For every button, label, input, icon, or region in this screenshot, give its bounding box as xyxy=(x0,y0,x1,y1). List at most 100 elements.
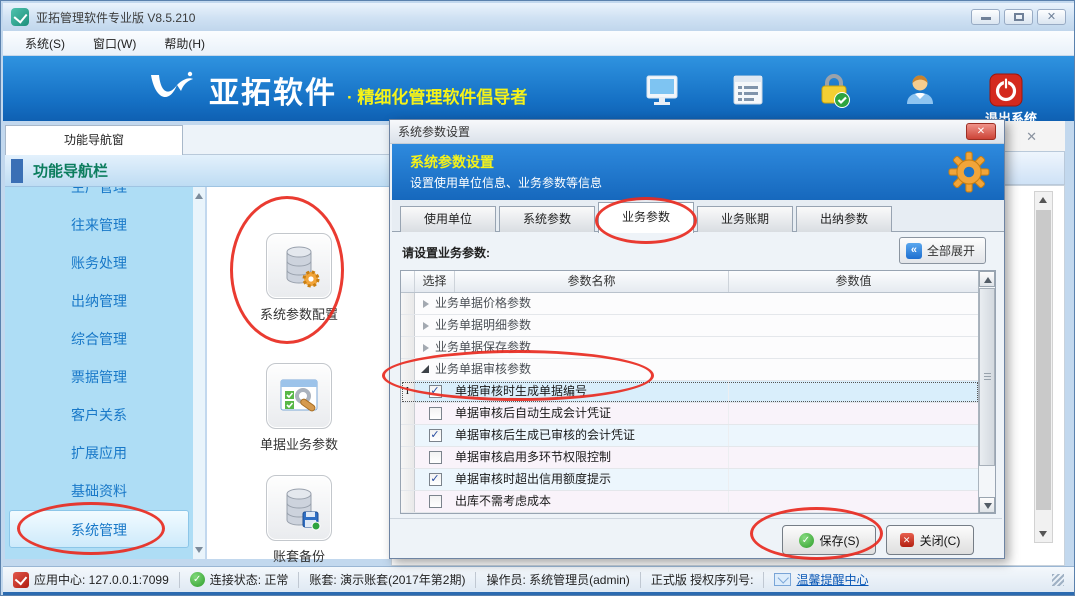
sidebar-item[interactable]: 客户关系 xyxy=(9,396,189,434)
expand-all-button[interactable]: « 全部展开 xyxy=(898,237,986,264)
param-checkbox[interactable] xyxy=(428,451,442,464)
close-dialog-button[interactable]: ✕ 关闭(C) xyxy=(886,525,974,555)
sidebar-item[interactable]: 票据管理 xyxy=(9,358,189,396)
param-item-row[interactable]: 单据审核后自动生成会计凭证 xyxy=(401,403,979,425)
param-group-row[interactable]: 业务单据审核参数 xyxy=(401,359,979,381)
param-group-row[interactable]: 业务单据价格参数 xyxy=(401,293,979,315)
row-header-cell xyxy=(401,337,415,358)
scroll-down-icon[interactable] xyxy=(195,547,203,553)
sidebar-item[interactable]: 系统管理 xyxy=(9,510,189,548)
scroll-up-icon[interactable] xyxy=(195,193,203,199)
sidebar-scrollbar[interactable] xyxy=(193,187,205,559)
dialog-toolbar: 请设置业务参数: « 全部展开 xyxy=(392,232,1004,270)
collapsed-icon[interactable] xyxy=(423,344,429,352)
database-gear-icon[interactable] xyxy=(266,233,332,299)
param-name: 出库不需考虑成本 xyxy=(455,491,729,512)
collapsed-icon[interactable] xyxy=(423,322,429,330)
param-group-row[interactable]: 业务单据保存参数 xyxy=(401,337,979,359)
scroll-up-icon[interactable] xyxy=(1039,197,1047,203)
expanded-icon[interactable] xyxy=(421,365,429,373)
document-scrollbar[interactable] xyxy=(1034,191,1053,543)
param-item-row[interactable]: I ✓ 单据审核时生成单据编号 xyxy=(401,381,979,403)
sidebar-item[interactable]: 扩展应用 xyxy=(9,434,189,472)
param-checkbox[interactable] xyxy=(428,495,442,508)
sidebar-item[interactable]: 生产管理 xyxy=(9,187,189,206)
dialog-tab[interactable]: 系统参数 xyxy=(499,206,595,232)
scroll-down-icon[interactable] xyxy=(979,497,995,513)
menu-item[interactable]: 窗口(W) xyxy=(81,32,148,55)
param-item-row[interactable]: 出库不需考虑成本 xyxy=(401,491,979,513)
table-scrollbar[interactable] xyxy=(978,271,995,513)
param-checkbox[interactable]: ✓ xyxy=(428,385,442,398)
maximize-button[interactable] xyxy=(1004,9,1033,25)
dialog-tab[interactable]: 出纳参数 xyxy=(796,206,892,232)
reminder-link[interactable]: 温馨提醒中心 xyxy=(796,571,868,588)
column-param-name: 参数名称 xyxy=(455,271,729,292)
sidebar-item[interactable]: 综合管理 xyxy=(9,320,189,358)
app-center-text: 应用中心: 127.0.0.1:7099 xyxy=(34,573,169,587)
param-name: 单据审核时超出信用额度提示 xyxy=(455,469,729,490)
param-item-row[interactable]: ✓ 单据审核后生成已审核的会计凭证 xyxy=(401,425,979,447)
module-label[interactable]: 单据业务参数 xyxy=(207,434,391,453)
save-button[interactable]: ✓ 保存(S) xyxy=(782,525,876,555)
sidebar-nav-list: 生产管理 往来管理 账务处理 出纳管理 综合管理 票据管理 客户关系 扩展应用 基础资料 系统管理 xyxy=(5,187,193,559)
menu-item[interactable]: 系统(S) xyxy=(13,32,77,55)
status-reminder[interactable]: 温馨提醒中心 xyxy=(774,571,869,588)
sidebar-item[interactable]: 基础资料 xyxy=(9,472,189,510)
scroll-down-icon[interactable] xyxy=(1039,531,1047,537)
param-checkbox[interactable] xyxy=(428,407,442,420)
module-system-params[interactable]: 系统参数配置 xyxy=(207,233,391,323)
connection-ok-icon: ✓ xyxy=(189,572,205,587)
module-backup[interactable]: 账套备份 xyxy=(207,475,391,565)
header-banner: 亚拓软件 · 精细化管理软件倡导者 退出系统 xyxy=(3,56,1074,126)
form-list-icon[interactable] xyxy=(730,72,766,108)
row-header-cell xyxy=(401,293,415,314)
tab-function-nav[interactable]: 功能导航窗 xyxy=(5,125,183,155)
dialog-tab[interactable]: 业务参数 xyxy=(598,202,694,233)
banner-subtitle: 设置使用单位信息、业务参数等信息 xyxy=(410,176,603,190)
brand-name: 亚拓软件 xyxy=(209,77,337,110)
resize-grip[interactable] xyxy=(1052,573,1064,586)
status-app-center: 应用中心: 127.0.0.1:7099 xyxy=(13,571,169,588)
sidebar-item[interactable]: 账务处理 xyxy=(9,244,189,282)
close-button[interactable]: ✕ xyxy=(1037,9,1066,25)
param-checkbox[interactable]: ✓ xyxy=(428,473,442,486)
param-item-row[interactable]: 单据审核启用多环节权限控制 xyxy=(401,447,979,469)
user-icon[interactable] xyxy=(902,72,938,108)
module-doc-params[interactable]: 单据业务参数 xyxy=(207,363,391,453)
param-name: 单据审核后生成已审核的会计凭证 xyxy=(455,425,729,446)
collapsed-icon[interactable] xyxy=(423,300,429,308)
menu-item[interactable]: 帮助(H) xyxy=(152,32,217,55)
dialog-tab[interactable]: 业务账期 xyxy=(697,206,793,232)
desktop-icon[interactable] xyxy=(644,72,680,108)
account-text: 账套: 演示账套(2017年第2期) xyxy=(309,573,466,587)
database-backup-icon[interactable] xyxy=(266,475,332,541)
scrollbar-thumb[interactable] xyxy=(979,288,995,466)
document-close-icon[interactable]: ✕ xyxy=(1026,129,1037,145)
module-label[interactable]: 账套备份 xyxy=(207,546,391,565)
row-header-cell xyxy=(401,425,415,446)
status-account: 账套: 演示账套(2017年第2期) xyxy=(309,571,465,588)
module-label[interactable]: 系统参数配置 xyxy=(207,304,391,323)
dialog-button-row: ✓ 保存(S) ✕ 关闭(C) xyxy=(390,518,1002,558)
param-checkbox[interactable]: ✓ xyxy=(428,429,442,442)
modules-panel: 系统参数配置 单据业务参数 账套备份 xyxy=(207,187,391,564)
scrollbar-thumb[interactable] xyxy=(1036,210,1051,510)
scroll-up-icon[interactable] xyxy=(979,271,995,287)
table-header: 选择 参数名称 参数值 xyxy=(401,271,995,293)
dialog-close-button[interactable]: ✕ xyxy=(966,123,996,140)
license-text: 正式版 授权序列号: xyxy=(650,573,754,587)
group-label: 业务单据审核参数 xyxy=(435,362,532,376)
sidebar-item[interactable]: 出纳管理 xyxy=(9,282,189,320)
group-label: 业务单据价格参数 xyxy=(435,296,532,310)
save-button-label: 保存(S) xyxy=(819,533,860,548)
sidebar-item[interactable]: 往来管理 xyxy=(9,206,189,244)
lock-icon[interactable] xyxy=(816,72,852,108)
param-name: 单据审核后自动生成会计凭证 xyxy=(455,403,729,424)
param-item-row[interactable]: ✓ 单据审核时超出信用额度提示 xyxy=(401,469,979,491)
minimize-button[interactable] xyxy=(971,9,1000,25)
dialog-tab[interactable]: 使用单位 xyxy=(400,206,496,232)
power-icon[interactable] xyxy=(988,72,1024,108)
form-wrench-icon[interactable] xyxy=(266,363,332,429)
param-group-row[interactable]: 业务单据明细参数 xyxy=(401,315,979,337)
